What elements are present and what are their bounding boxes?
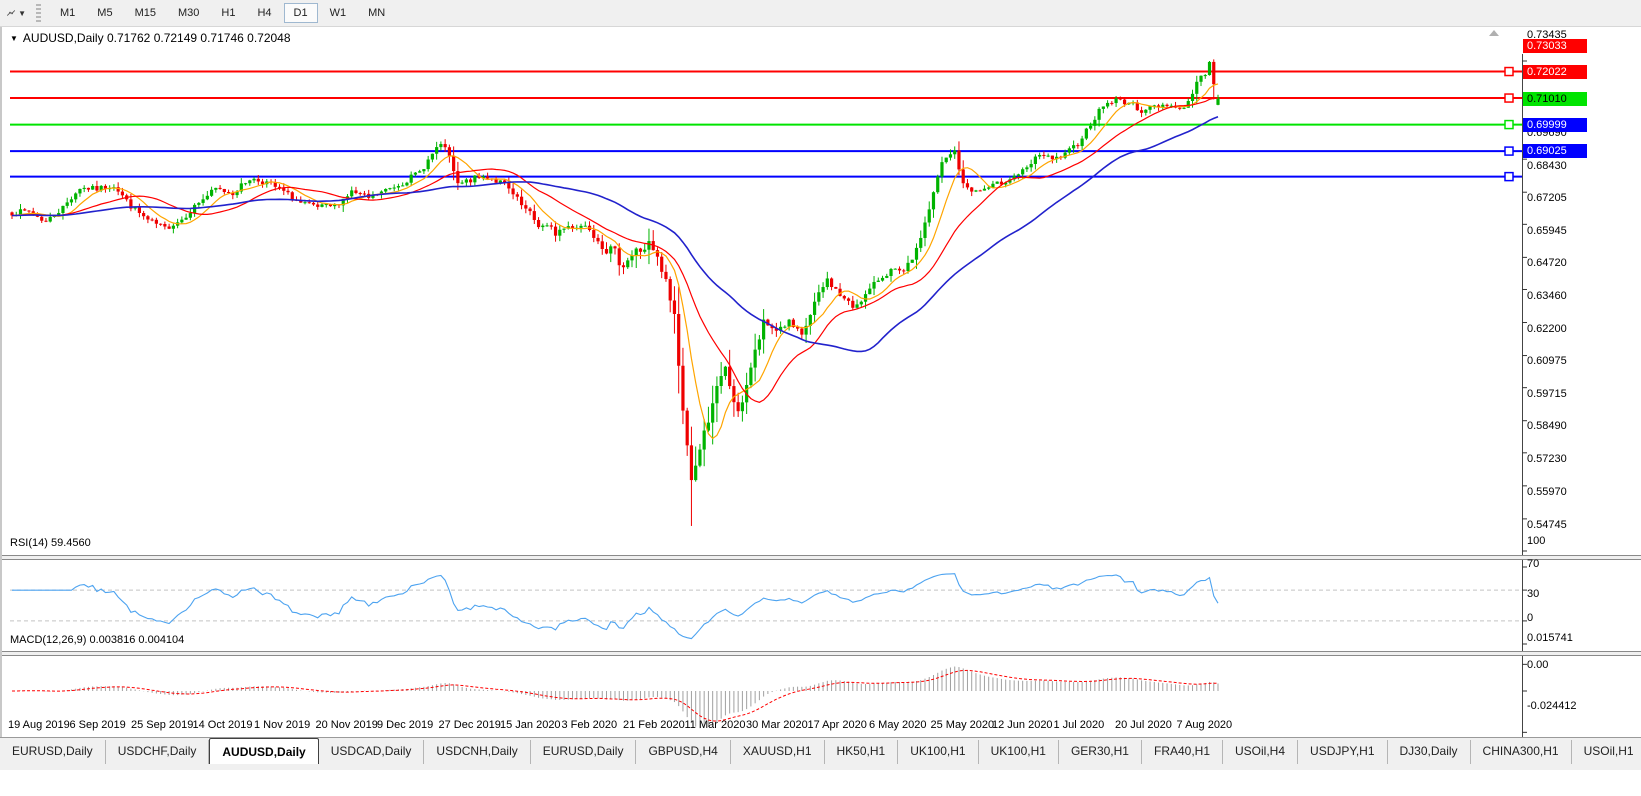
chart-canvas[interactable]	[2, 26, 1641, 796]
chart-tab-usdcnh-daily[interactable]: USDCNH,Daily	[424, 740, 530, 764]
chart-tab-hk50-h1[interactable]: HK50,H1	[825, 740, 899, 764]
timeframe-button-d1[interactable]: D1	[284, 3, 318, 23]
price-level-label[interactable]: 0.69025	[1523, 144, 1587, 158]
timeframe-button-m30[interactable]: M30	[168, 3, 209, 23]
chevron-down-icon: ▼	[18, 9, 26, 18]
top-toolbar: ▼ M1M5M15M30H1H4D1W1MN	[0, 0, 1641, 27]
chart-tab-eurusd-daily[interactable]: EURUSD,Daily	[531, 740, 637, 764]
crosshair-icon	[6, 6, 16, 20]
chart-tabbar: EURUSD,DailyUSDCHF,DailyAUDUSD,DailyUSDC…	[0, 737, 1641, 770]
timeframe-button-m5[interactable]: M5	[87, 3, 122, 23]
chart-tab-usdchf-daily[interactable]: USDCHF,Daily	[106, 740, 210, 764]
price-level-label[interactable]: 0.72022	[1523, 65, 1587, 79]
chart-tab-eurusd-daily[interactable]: EURUSD,Daily	[0, 740, 106, 764]
chart-tab-china300-h1[interactable]: CHINA300,H1	[1471, 740, 1572, 764]
chart-tab-uk100-h1[interactable]: UK100,H1	[898, 740, 978, 764]
timeframe-button-m15[interactable]: M15	[125, 3, 166, 23]
macd-histogram	[12, 667, 1218, 729]
chart-tab-gbpusd-h4[interactable]: GBPUSD,H4	[636, 740, 730, 764]
chart-tab-usdjpy-h1[interactable]: USDJPY,H1	[1298, 740, 1387, 764]
chart-tab-fra40-h1[interactable]: FRA40,H1	[1142, 740, 1223, 764]
toolbar-grip[interactable]	[36, 4, 41, 22]
timeframe-button-w1[interactable]: W1	[320, 3, 357, 23]
chart-tab-usdcad-daily[interactable]: USDCAD,Daily	[319, 740, 425, 764]
chart-tab-usoil-h4[interactable]: USOil,H4	[1223, 740, 1298, 764]
chart-tab-dj30-daily[interactable]: DJ30,Daily	[1388, 740, 1471, 764]
price-level-anchor[interactable]	[1505, 68, 1513, 76]
rsi-line	[12, 574, 1218, 639]
candles-layer	[10, 59, 1219, 526]
price-level-label[interactable]: 0.71010	[1523, 92, 1587, 106]
price-level-label[interactable]: 0.69999	[1523, 118, 1587, 132]
timeframe-button-mn[interactable]: MN	[358, 3, 395, 23]
moving-average-sma-fast	[12, 84, 1218, 439]
price-level-anchor[interactable]	[1505, 147, 1513, 155]
price-level-anchor[interactable]	[1505, 121, 1513, 129]
timeframe-button-h1[interactable]: H1	[211, 3, 245, 23]
chart-tab-audusd-daily[interactable]: AUDUSD,Daily	[209, 738, 318, 764]
chart-tab-uk100-h1[interactable]: UK100,H1	[979, 740, 1059, 764]
chart-window[interactable]	[0, 26, 1641, 738]
price-level-anchor[interactable]	[1505, 94, 1513, 102]
price-level-anchor[interactable]	[1505, 173, 1513, 181]
timeframe-button-h4[interactable]: H4	[247, 3, 281, 23]
chart-tab-xauusd-h1[interactable]: XAUUSD,H1	[731, 740, 825, 764]
price-level-label[interactable]: 0.73033	[1523, 39, 1587, 53]
chart-tab-ger30-h1[interactable]: GER30,H1	[1059, 740, 1142, 764]
chart-tab-usoil-h1[interactable]: USOil,H1	[1572, 740, 1641, 764]
timeframe-button-m1[interactable]: M1	[50, 3, 85, 23]
chart-tools-icon[interactable]: ▼	[6, 5, 26, 21]
